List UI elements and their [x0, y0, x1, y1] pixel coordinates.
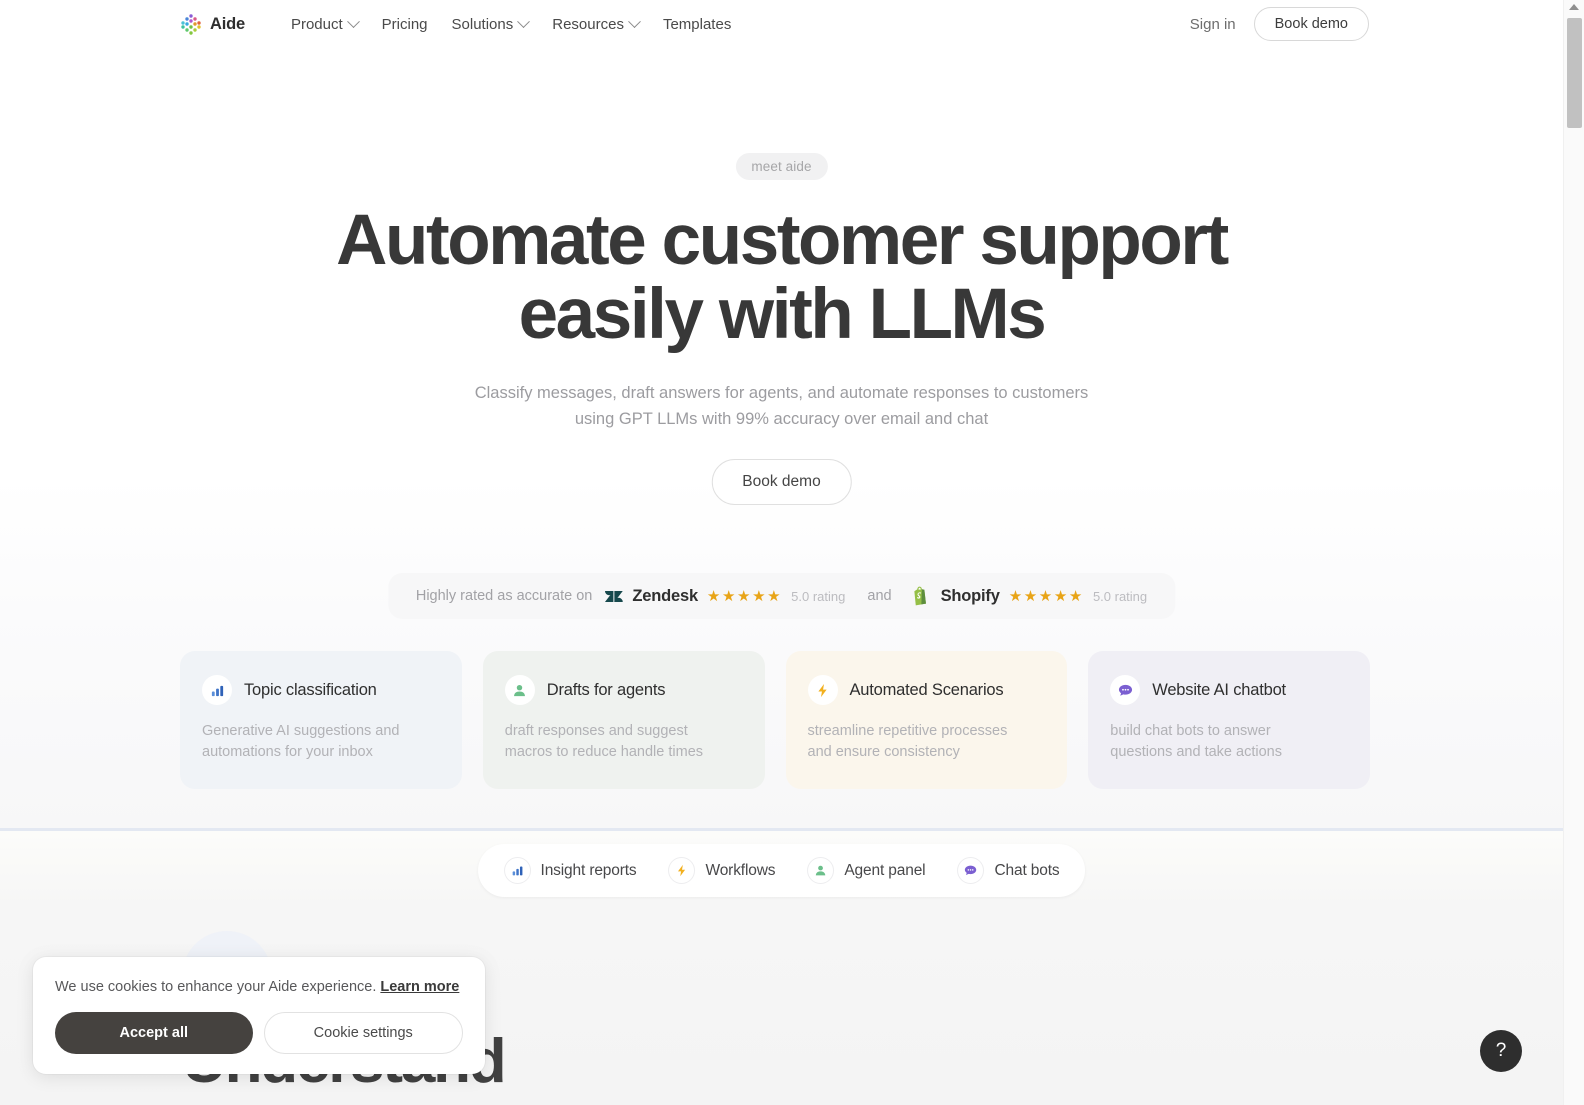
feature-card-title: Drafts for agents [546, 680, 666, 699]
nav-item-solutions[interactable]: Solutions [440, 10, 541, 39]
page-content: Aide Product Pricing Solutions Resources… [0, 0, 1563, 1105]
tab-workflows[interactable]: Workflows [657, 853, 788, 888]
tab-label: Workflows [705, 861, 776, 879]
lightning-bolt-icon [807, 675, 838, 705]
chevron-down-icon [517, 14, 531, 28]
learn-more-link[interactable]: Learn more [380, 979, 459, 995]
scroll-up-arrow-icon[interactable] [1569, 4, 1579, 10]
rating-value: 5.0 rating [1092, 588, 1148, 604]
tab-agent-panel[interactable]: Agent panel [795, 853, 937, 888]
rating-group-shopify: Shopify ★★★★★ 5.0 rating [914, 586, 1148, 606]
accept-all-button[interactable]: Accept all [55, 1012, 253, 1054]
feature-card-topic-classification[interactable]: Topic classification Generative AI sugge… [180, 651, 462, 790]
feature-card-list: Topic classification Generative AI sugge… [180, 651, 1370, 790]
tab-insight-reports[interactable]: Insight reports [492, 853, 649, 888]
cookie-settings-button[interactable]: Cookie settings [263, 1012, 463, 1054]
cookie-actions: Accept all Cookie settings [55, 1012, 463, 1054]
star-rating-icon: ★★★★★ [706, 588, 783, 605]
brand-logo-link[interactable]: Aide [180, 13, 245, 35]
feature-card-header: Automated Scenarios [807, 675, 1046, 705]
rating-group-zendesk: Zendesk ★★★★★ 5.0 rating [604, 587, 845, 606]
scrollbar-thumb[interactable] [1567, 18, 1582, 128]
tab-label: Insight reports [540, 861, 637, 879]
nav-item-product[interactable]: Product [279, 10, 370, 39]
nav-item-label: Solutions [451, 15, 514, 33]
chevron-down-icon [346, 14, 360, 28]
lightning-bolt-icon [668, 857, 696, 884]
help-button[interactable]: ? [1480, 1030, 1522, 1072]
shopify-logo-icon [914, 586, 932, 606]
hero-subheading: Classify messages, draft answers for age… [472, 381, 1092, 432]
nav-item-label: Resources [552, 15, 624, 33]
feature-card-description: build chat bots to answer questions and … [1110, 723, 1282, 761]
feature-card-header: Website AI chatbot [1110, 675, 1348, 705]
hero-book-demo-button[interactable]: Book demo [711, 459, 852, 505]
section-divider [0, 828, 1563, 831]
nav-right-group: Sign in Book demo [1190, 7, 1369, 41]
vendor-name: Zendesk [632, 586, 698, 605]
sign-in-link[interactable]: Sign in [1190, 16, 1236, 33]
subhead-line-1: Classify messages, draft answers for age… [474, 384, 990, 402]
nav-book-demo-button[interactable]: Book demo [1253, 7, 1369, 41]
top-navigation-bar: Aide Product Pricing Solutions Resources… [0, 0, 1563, 48]
nav-item-templates[interactable]: Templates [651, 10, 743, 39]
rating-value: 5.0 rating [791, 588, 846, 604]
zendesk-logo-icon [604, 587, 623, 606]
feature-card-header: Topic classification [202, 675, 440, 705]
nav-item-pricing[interactable]: Pricing [370, 10, 440, 39]
tab-label: Chat bots [994, 861, 1060, 879]
aide-dots-logo-icon [180, 13, 202, 35]
nav-left-group: Aide Product Pricing Solutions Resources… [180, 10, 743, 39]
person-icon [504, 675, 535, 705]
cookie-message-text: We use cookies to enhance your Aide expe… [55, 979, 377, 995]
feature-card-description: streamline repetitive processes and ensu… [807, 723, 1008, 761]
feature-card-title: Website AI chatbot [1152, 680, 1286, 699]
feature-card-title: Automated Scenarios [849, 680, 1004, 699]
feature-card-description: draft responses and suggest macros to re… [504, 723, 704, 761]
chat-bubble-icon [1110, 675, 1141, 705]
tab-label: Agent panel [844, 861, 926, 879]
hero-section: meet aide Automate customer support easi… [0, 48, 1563, 830]
rating-lead-text: Highly rated as accurate on [415, 588, 593, 604]
nav-item-resources[interactable]: Resources [540, 10, 651, 39]
chevron-down-icon [628, 14, 641, 28]
feature-card-title: Topic classification [244, 680, 377, 699]
headline-line-1: Automate customer support [336, 201, 1229, 280]
rating-conjunction: and [867, 588, 892, 604]
chat-bubble-icon [957, 857, 985, 884]
feature-tab-bar: Insight reports Workflows Agent panel Ch… [477, 844, 1086, 897]
vendor-name: Shopify [940, 586, 1000, 605]
bar-chart-icon [202, 675, 232, 705]
page-title: Automate customer support easily with LL… [332, 204, 1232, 352]
headline-line-2: easily with LLMs [518, 274, 1047, 354]
nav-item-label: Templates [662, 15, 732, 33]
brand-name: Aide [210, 14, 245, 33]
feature-card-website-ai-chatbot[interactable]: Website AI chatbot build chat bots to an… [1088, 651, 1370, 790]
feature-card-automated-scenarios[interactable]: Automated Scenarios streamline repetitiv… [785, 651, 1068, 790]
tab-chat-bots[interactable]: Chat bots [945, 853, 1071, 888]
cookie-message: We use cookies to enhance your Aide expe… [55, 979, 463, 995]
feature-card-drafts-for-agents[interactable]: Drafts for agents draft responses and su… [482, 651, 765, 790]
feature-card-header: Drafts for agents [504, 675, 743, 705]
cookie-consent-banner: We use cookies to enhance your Aide expe… [33, 957, 485, 1074]
browser-viewport: Aide Product Pricing Solutions Resources… [0, 0, 1584, 1105]
vertical-scrollbar[interactable] [1563, 0, 1584, 1105]
bar-chart-icon [503, 857, 531, 884]
nav-item-label: Pricing [381, 15, 428, 33]
star-rating-icon: ★★★★★ [1008, 588, 1084, 605]
social-proof-rating-bar: Highly rated as accurate on Zendesk ★★★★… [387, 573, 1176, 619]
hero-eyebrow-badge: meet aide [735, 153, 828, 180]
feature-card-description: Generative AI suggestions and automation… [202, 723, 400, 761]
nav-item-label: Product [290, 15, 343, 33]
person-icon [807, 857, 835, 884]
